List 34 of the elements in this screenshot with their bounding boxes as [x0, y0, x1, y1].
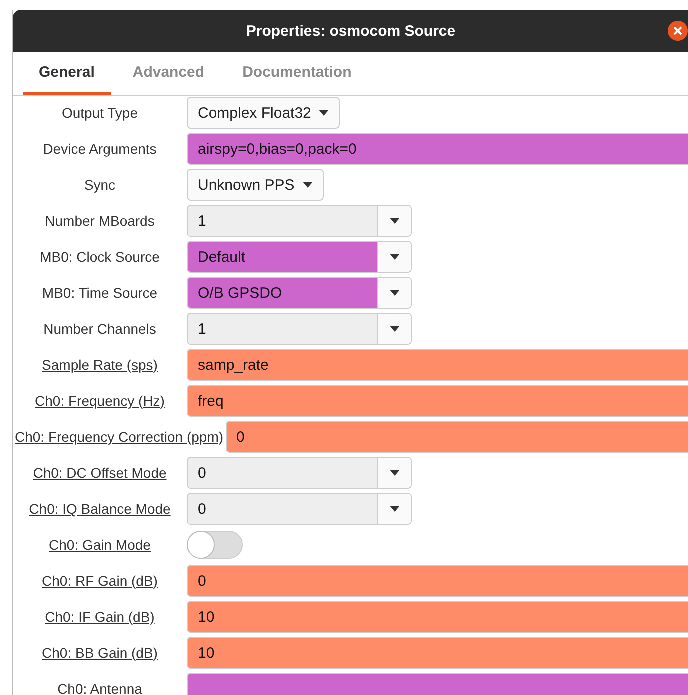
text-field[interactable]: samp_rate — [187, 349, 688, 381]
field-label: MB0: Time Source — [41, 285, 159, 301]
field-label: Ch0: Antenna — [56, 681, 144, 695]
combo-box[interactable]: 1 — [187, 205, 412, 237]
combo-box[interactable]: 0 — [187, 493, 412, 525]
field-label: Ch0: Gain Mode — [48, 537, 152, 553]
field-label: Sync — [83, 177, 117, 193]
text-field[interactable]: 0 — [226, 421, 688, 453]
field-label: Ch0: IF Gain (dB) — [44, 609, 156, 625]
field-label: Device Arguments — [42, 141, 158, 157]
field-label: Number Channels — [42, 321, 158, 337]
field-label: Ch0: RF Gain (dB) — [41, 573, 159, 589]
field-label: MB0: Clock Source — [39, 249, 161, 265]
text-field[interactable]: 10 — [187, 637, 688, 669]
field-label: Ch0: Frequency Correction (ppm) — [14, 429, 225, 445]
field-label: Ch0: IQ Balance Mode — [28, 501, 172, 517]
combo-box[interactable]: O/B GPSDO — [187, 277, 412, 309]
combo-box[interactable]: 1 — [187, 313, 412, 345]
field-label: Ch0: DC Offset Mode — [32, 465, 168, 481]
field-label: Sample Rate (sps) — [41, 357, 159, 373]
text-field[interactable]: 10 — [187, 601, 688, 633]
dropdown-button[interactable]: Complex Float32 — [187, 97, 340, 129]
dropdown-button[interactable]: Unknown PPS — [187, 169, 324, 201]
combo-box[interactable]: 0 — [187, 457, 412, 489]
text-field[interactable]: freq — [187, 385, 688, 417]
text-field[interactable]: 0 — [187, 565, 688, 597]
field-label: Ch0: BB Gain (dB) — [41, 645, 159, 661]
text-field[interactable]: airspy=0,bias=0,pack=0 — [187, 133, 688, 165]
window-title: Properties: osmocom Source — [246, 22, 456, 40]
field-label: Ch0: Frequency (Hz) — [34, 393, 166, 409]
combo-box[interactable]: Default — [187, 241, 412, 273]
tab[interactable]: General — [23, 52, 111, 95]
field-label: Number MBoards — [44, 213, 156, 229]
field-label: Output Type — [60, 105, 139, 121]
